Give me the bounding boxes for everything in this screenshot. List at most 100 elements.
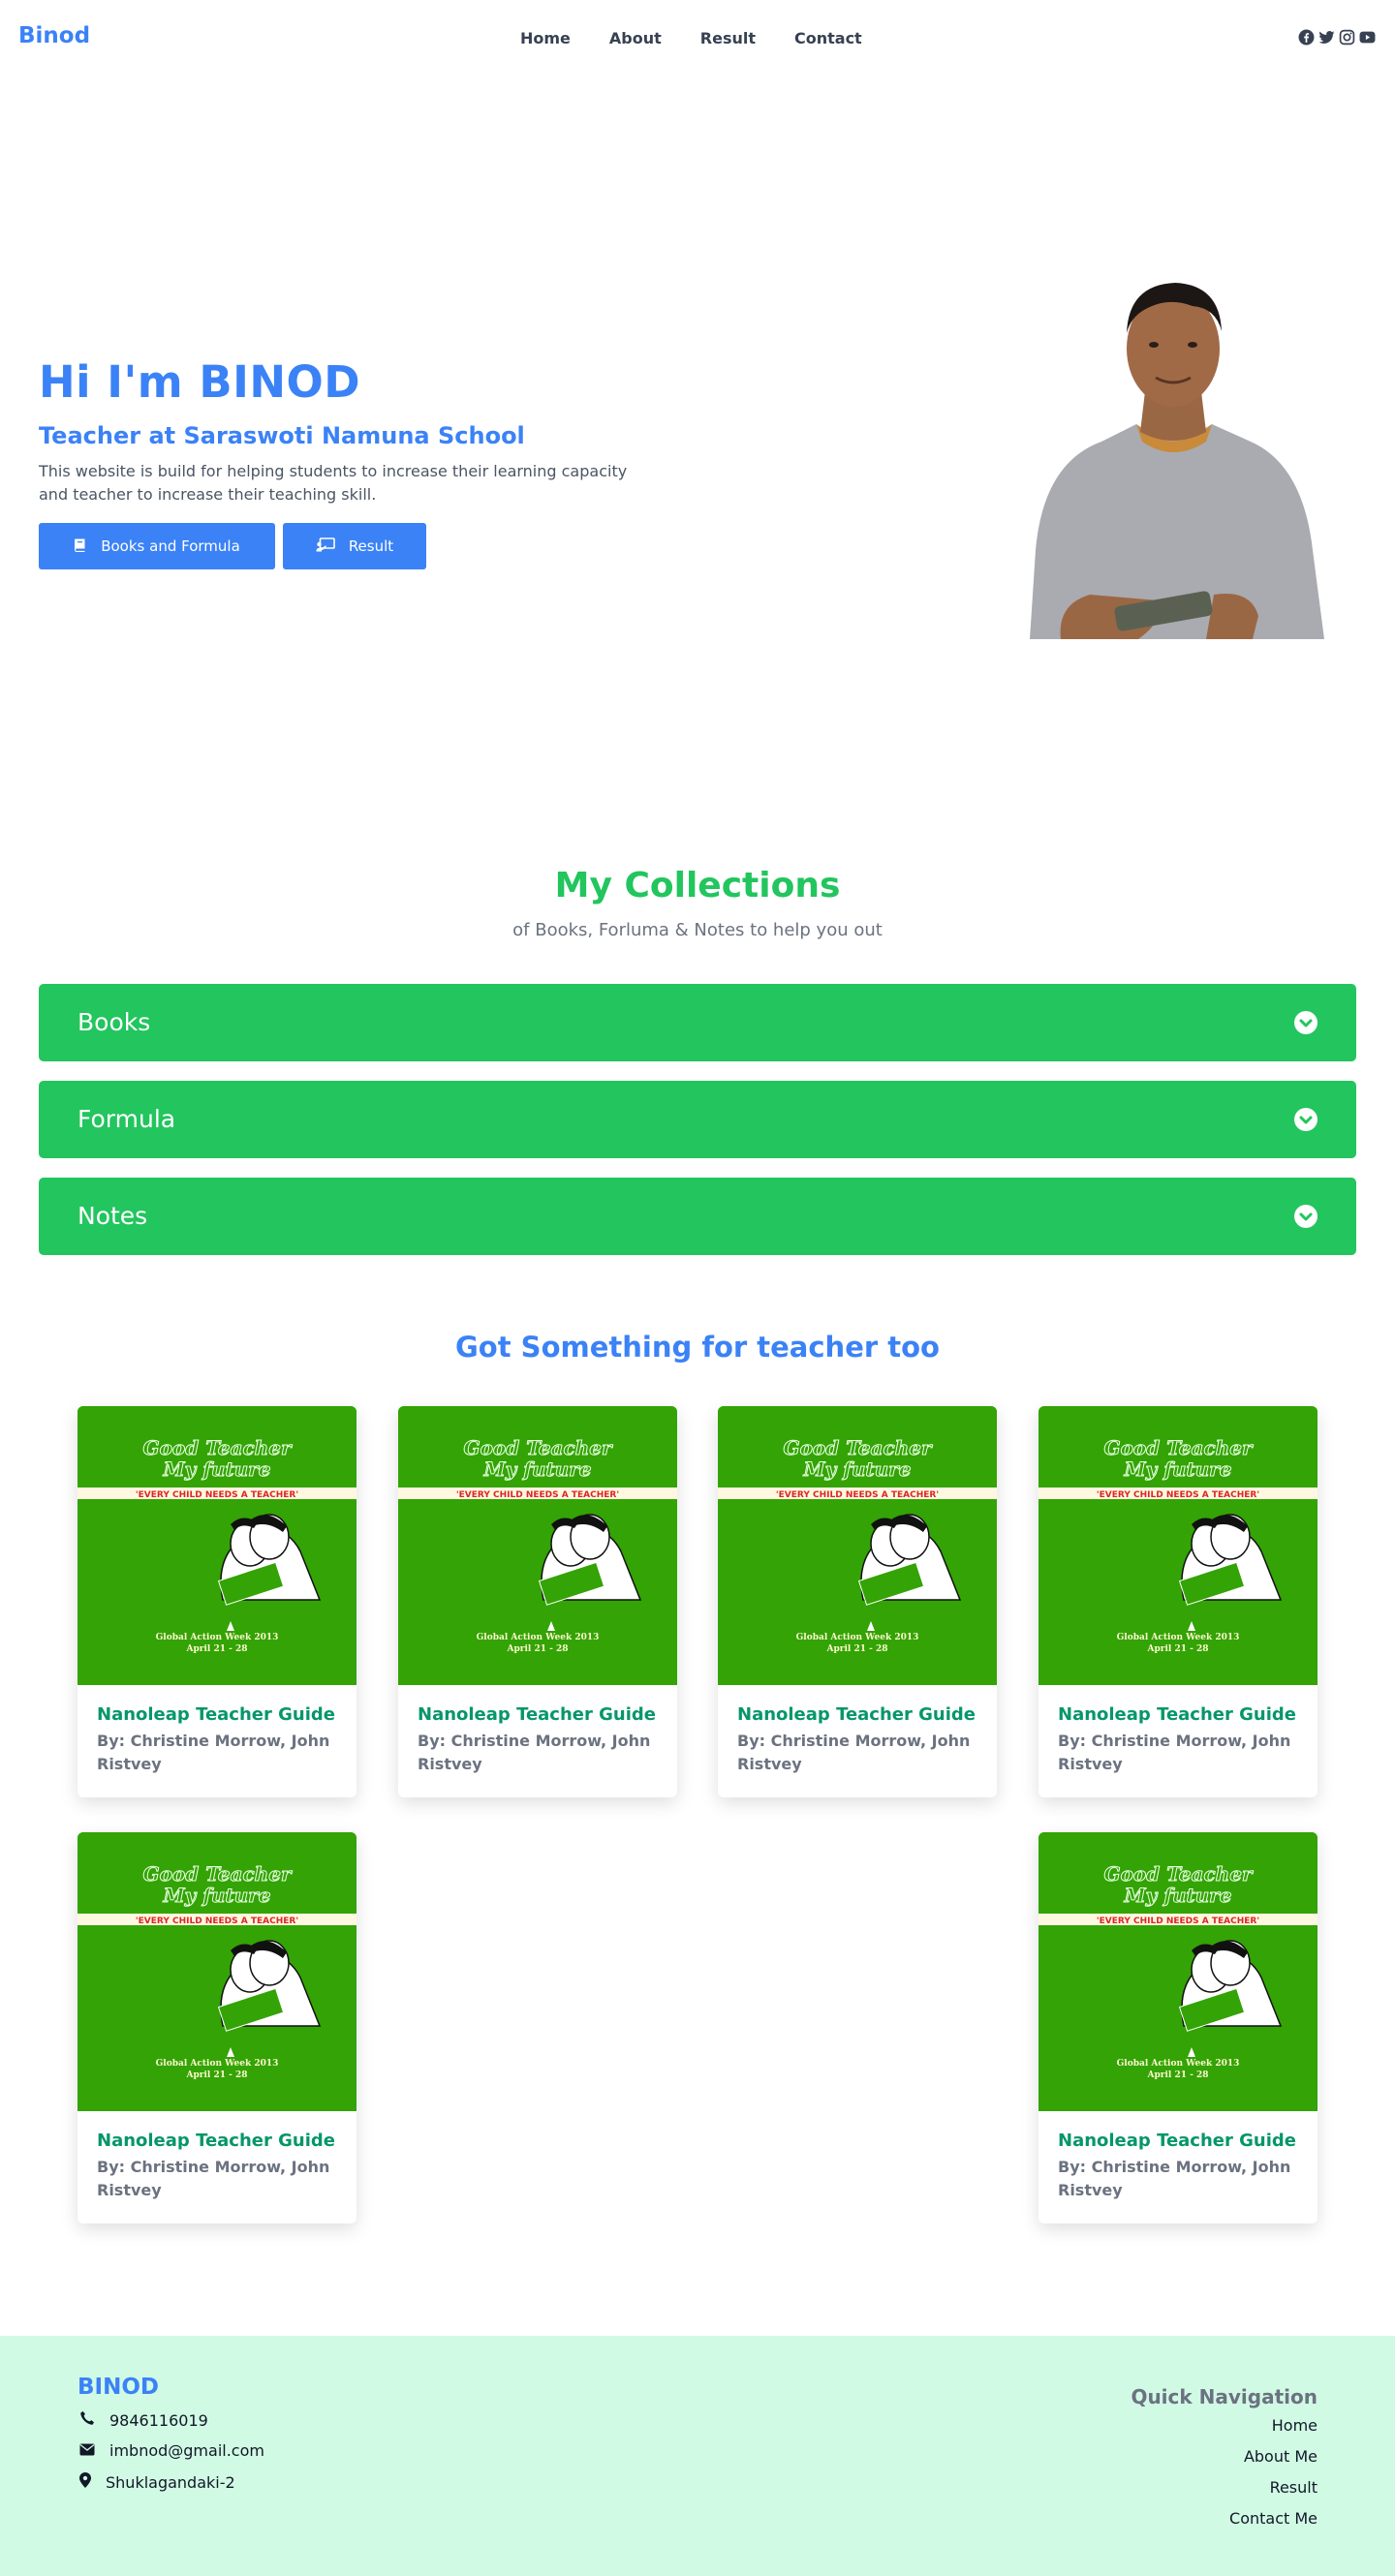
map-marker-icon [79, 2472, 91, 2492]
cover-line2: My future [483, 1457, 592, 1481]
chevron-down-icon [1294, 1108, 1318, 1131]
book-author: By: Christine Morrow, John Ristvey [418, 1732, 651, 1773]
twitter-icon[interactable] [1318, 29, 1335, 46]
chevron-down-icon [1294, 1205, 1318, 1228]
quick-navigation-title: Quick Navigation [1131, 2385, 1318, 2408]
accordion-label: Books [78, 1008, 151, 1036]
teacher-section-title: Got Something for teacher too [455, 1331, 940, 1364]
nav-link-home[interactable]: Home [520, 29, 571, 47]
cover-event: Global Action Week 2013 [796, 1633, 919, 1642]
cover-line1: Good Teacher [784, 1436, 933, 1459]
cover-banner: 'EVERY CHILD NEEDS A TEACHER' [1097, 1917, 1259, 1926]
book-card[interactable]: Good Teacher My future 'EVERY CHILD NEEDS … [718, 1406, 997, 1797]
nav-link-contact[interactable]: Contact [794, 29, 862, 47]
accordion-books[interactable]: Books [39, 984, 1356, 1061]
footer-address-text: Shuklagandaki-2 [106, 2472, 235, 2492]
book-card[interactable]: Good Teacher My future 'EVERY CHILD NEEDS … [1038, 1406, 1318, 1797]
cover-dates: April 21 - 28 [1146, 2070, 1208, 2080]
book-title[interactable]: Nanoleap Teacher Guide [97, 1704, 335, 1725]
cover-event: Global Action Week 2013 [1117, 2059, 1240, 2069]
book-cover-image: Good TeacherMy future 'EVERY CHILD NEEDS … [1038, 1406, 1318, 1685]
footer-brand: BINOD [78, 2375, 159, 2400]
cover-event: Global Action Week 2013 [1117, 1633, 1240, 1642]
collections-subtitle: of Books, Forluma & Notes to help you ou… [512, 920, 883, 940]
book-author: By: Christine Morrow, John Ristvey [97, 1732, 330, 1773]
book-title[interactable]: Nanoleap Teacher Guide [418, 1704, 656, 1725]
book-card[interactable]: Good Teacher My future 'EVERY CHILD NEEDS … [78, 1832, 356, 2223]
footer-link-contact[interactable]: Contact Me [1229, 2509, 1318, 2528]
accordion-formula[interactable]: Formula [39, 1081, 1356, 1158]
book-cover-image: Good TeacherMy future 'EVERY CHILD NEEDS … [78, 1832, 356, 2111]
cover-banner: 'EVERY CHILD NEEDS A TEACHER' [1097, 1490, 1259, 1500]
chalkboard-teacher-icon [316, 537, 335, 556]
result-label: Result [348, 537, 394, 555]
youtube-icon[interactable] [1359, 29, 1376, 46]
book-author: By: Christine Morrow, John Ristvey [1058, 2158, 1291, 2199]
chevron-down-icon [1294, 1011, 1318, 1034]
accordion-label: Notes [78, 1202, 148, 1230]
footer: BINOD 9846116019 imbnod@gmail.com Shukla… [0, 2336, 1395, 2576]
footer-phone: 9846116019 [79, 2410, 208, 2430]
book-card[interactable]: Good Teacher My future 'EVERY CHILD NEEDS … [78, 1406, 356, 1797]
cover-dates: April 21 - 28 [1146, 1644, 1208, 1654]
cover-banner: 'EVERY CHILD NEEDS A TEACHER' [136, 1490, 298, 1500]
book-title[interactable]: Nanoleap Teacher Guide [1058, 1704, 1296, 1725]
cover-line1: Good Teacher [464, 1436, 613, 1459]
book-title[interactable]: Nanoleap Teacher Guide [1058, 2131, 1296, 2151]
cover-line1: Good Teacher [143, 1862, 293, 1886]
cover-line2: My future [163, 1884, 271, 1907]
cover-line1: Good Teacher [1104, 1862, 1254, 1886]
collections-title: My Collections [554, 866, 841, 905]
book-icon [74, 537, 87, 556]
cover-line2: My future [803, 1457, 912, 1481]
cover-line2: My future [1124, 1457, 1232, 1481]
book-author: By: Christine Morrow, John Ristvey [97, 2158, 330, 2199]
social-links [1298, 29, 1376, 46]
cover-line2: My future [163, 1457, 271, 1481]
book-cover-image: Good TeacherMy future 'EVERY CHILD NEEDS … [718, 1406, 997, 1685]
accordion-label: Formula [78, 1105, 176, 1133]
book-cover-image: Good TeacherMy future 'EVERY CHILD NEEDS … [398, 1406, 677, 1685]
cover-event: Global Action Week 2013 [156, 2059, 279, 2069]
cover-line1: Good Teacher [1104, 1436, 1254, 1459]
instagram-icon[interactable] [1339, 29, 1355, 46]
book-author: By: Christine Morrow, John Ristvey [737, 1732, 971, 1773]
cover-line1: Good Teacher [143, 1436, 293, 1459]
top-navbar: Binod Home About Result Contact [0, 0, 1395, 79]
book-title[interactable]: Nanoleap Teacher Guide [737, 1704, 976, 1725]
cover-dates: April 21 - 28 [185, 1644, 247, 1654]
book-card[interactable]: Good Teacher My future 'EVERY CHILD NEEDS … [1038, 1832, 1318, 2223]
cover-event: Global Action Week 2013 [156, 1633, 279, 1642]
envelope-icon [79, 2441, 95, 2460]
cover-dates: April 21 - 28 [825, 1644, 887, 1654]
book-cover-image: Good TeacherMy future 'EVERY CHILD NEEDS … [78, 1406, 356, 1685]
footer-link-home[interactable]: Home [1272, 2416, 1318, 2435]
cover-dates: April 21 - 28 [185, 2070, 247, 2080]
cover-line2: My future [1124, 1884, 1232, 1907]
book-title[interactable]: Nanoleap Teacher Guide [97, 2131, 335, 2151]
brand-logo[interactable]: Binod [18, 23, 90, 48]
book-card[interactable]: Good Teacher My future 'EVERY CHILD NEEDS … [398, 1406, 677, 1797]
books-and-formula-button[interactable]: Books and Formula [39, 523, 275, 569]
facebook-icon[interactable] [1298, 29, 1315, 46]
hero-title: Hi I'm BINOD [39, 356, 361, 408]
teacher-portrait-image [1030, 283, 1324, 639]
cover-banner: 'EVERY CHILD NEEDS A TEACHER' [136, 1917, 298, 1926]
nav-link-about[interactable]: About [609, 29, 662, 47]
footer-email-text: imbnod@gmail.com [109, 2441, 264, 2460]
book-cover-image: Good TeacherMy future 'EVERY CHILD NEEDS … [1038, 1832, 1318, 2111]
footer-email: imbnod@gmail.com [79, 2441, 264, 2460]
cover-banner: 'EVERY CHILD NEEDS A TEACHER' [456, 1490, 619, 1500]
cover-event: Global Action Week 2013 [477, 1633, 600, 1642]
nav-links: Home About Result Contact [520, 29, 901, 47]
hero-subtitle: Teacher at Saraswoti Namuna School [39, 422, 525, 449]
nav-link-result[interactable]: Result [700, 29, 756, 47]
footer-link-about[interactable]: About Me [1244, 2447, 1318, 2466]
footer-phone-text: 9846116019 [109, 2410, 208, 2430]
accordion-notes[interactable]: Notes [39, 1178, 1356, 1255]
footer-link-result[interactable]: Result [1270, 2478, 1318, 2497]
hero-description: This website is build for helping studen… [39, 462, 628, 504]
result-button[interactable]: Result [283, 523, 426, 569]
cover-banner: 'EVERY CHILD NEEDS A TEACHER' [776, 1490, 939, 1500]
footer-address: Shuklagandaki-2 [79, 2472, 235, 2492]
